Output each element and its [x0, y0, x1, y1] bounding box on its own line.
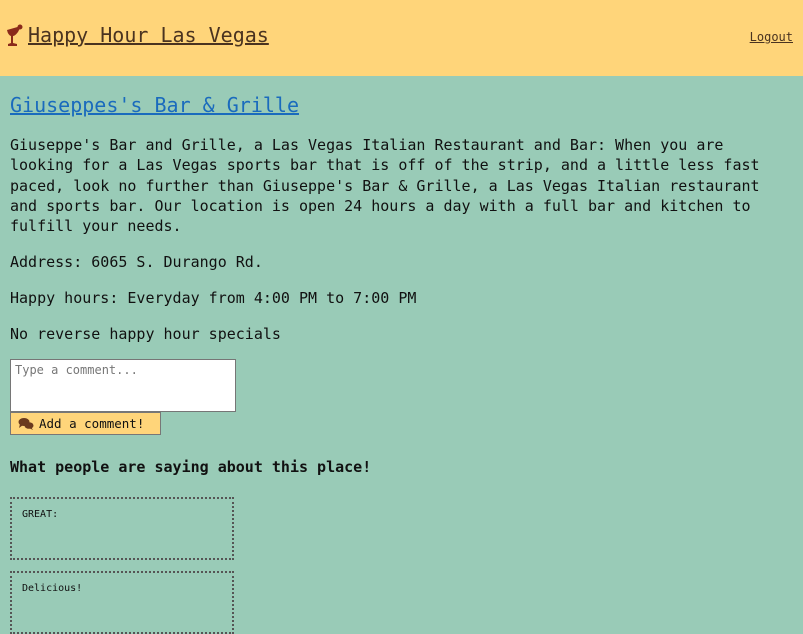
- place-address: Address: 6065 S. Durango Rd.: [10, 253, 263, 271]
- review-card: Delicious!: [10, 571, 234, 634]
- logout-link[interactable]: Logout: [750, 30, 793, 44]
- comment-input[interactable]: [10, 359, 236, 412]
- review-card: GREAT:: [10, 497, 234, 560]
- review-text: Delicious!: [22, 583, 83, 594]
- site-title-link[interactable]: Happy Hour Las Vegas: [28, 22, 269, 48]
- comments-icon: [18, 418, 34, 430]
- place-reverse-happy-hour: No reverse happy hour specials: [10, 325, 281, 343]
- reviews-heading: What people are saying about this place!: [10, 458, 372, 476]
- place-happy-hours: Happy hours: Everyday from 4:00 PM to 7:…: [10, 289, 417, 307]
- place-description: Giuseppe's Bar and Grille, a Las Vegas I…: [10, 136, 760, 236]
- site-header: Happy Hour Las Vegas Logout: [0, 0, 803, 76]
- cocktail-glass-icon: [7, 24, 23, 46]
- add-comment-label: Add a comment!: [39, 416, 145, 431]
- review-text: GREAT:: [22, 509, 59, 520]
- place-title-link[interactable]: Giuseppes's Bar & Grille: [10, 92, 299, 118]
- add-comment-button[interactable]: Add a comment!: [10, 412, 161, 435]
